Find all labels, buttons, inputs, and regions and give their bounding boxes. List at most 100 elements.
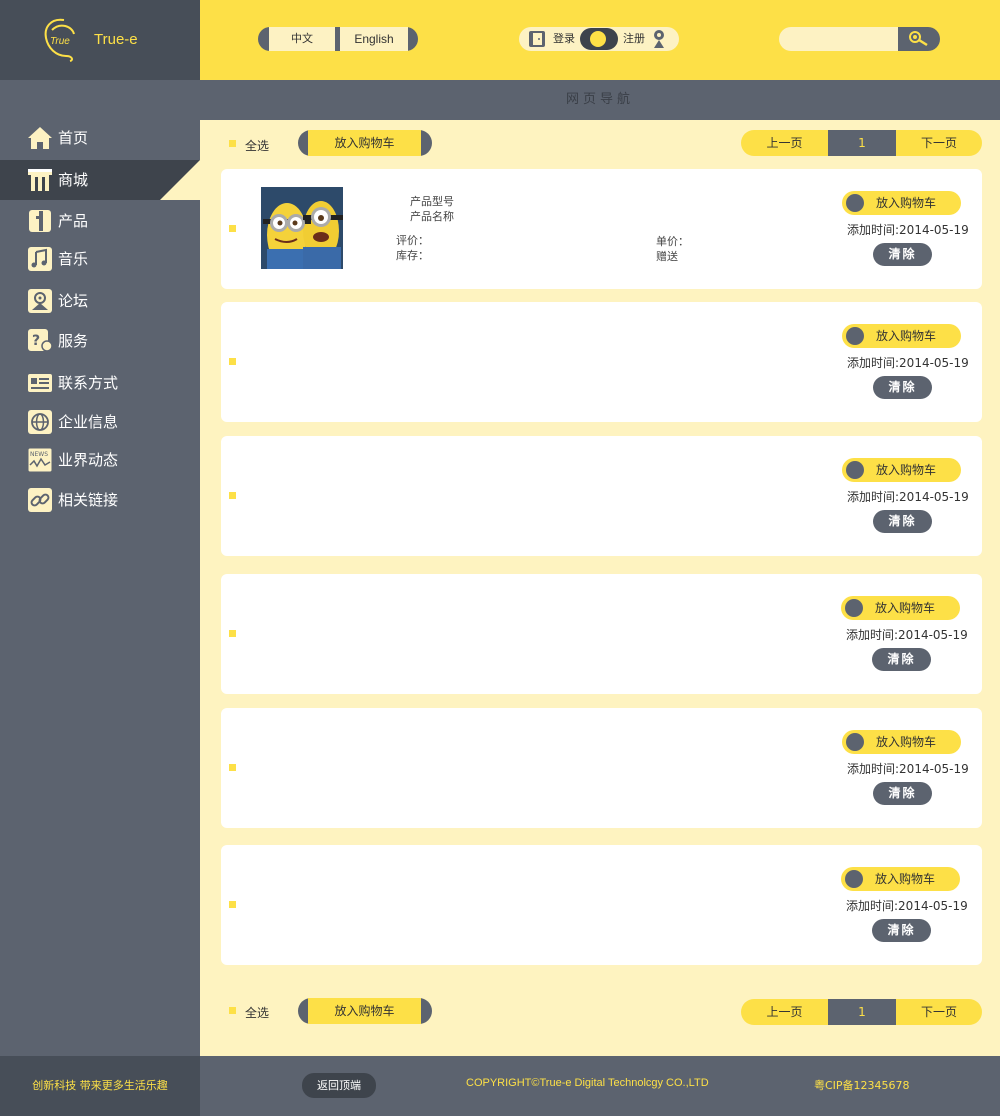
music-icon [28, 247, 52, 271]
sidebar-item-product[interactable]: 产品 [0, 201, 200, 241]
active-indicator [160, 160, 200, 200]
select-all-checkbox-bottom[interactable] [229, 1007, 236, 1014]
pager: 上一页 1 下一页 [741, 130, 982, 156]
cart-item-card: 产品型号 产品名称 评价： 库存： 单价： 赠送 放入购物车 添加时间:2014… [221, 169, 982, 289]
logo-area[interactable]: True True-e [0, 0, 200, 80]
item-checkbox[interactable] [229, 630, 236, 637]
item-checkbox[interactable] [229, 764, 236, 771]
add-to-cart-label: 放入购物车 [876, 329, 937, 343]
added-time: 添加时间:2014-05-19 [846, 628, 968, 642]
search-button[interactable] [898, 27, 940, 51]
cart-toggle-icon [846, 733, 864, 751]
sidebar-item-label: 企业信息 [58, 413, 119, 431]
current-page[interactable]: 1 [828, 999, 896, 1025]
add-all-to-cart-button[interactable]: 放入购物车 [298, 130, 432, 156]
sidebar-item-label: 商城 [58, 171, 89, 189]
sidebar-item-label: 产品 [58, 212, 89, 230]
sidebar-item-contact[interactable]: 联系方式 [0, 363, 200, 403]
clear-button[interactable]: 清除 [872, 919, 931, 942]
add-to-cart-button[interactable]: 放入购物车 [841, 596, 960, 620]
gift-label: 赠送 [656, 250, 678, 263]
added-time: 添加时间:2014-05-19 [847, 356, 969, 370]
logo-icon: True [44, 18, 75, 62]
sidebar-item-links[interactable]: 相关链接 [0, 480, 200, 520]
sidebar: 首页 商城 产品 音乐 论坛 ? 服务 联系方式 企业信息 NEWS 业界动态 … [0, 80, 200, 1056]
home-icon [28, 127, 52, 149]
product-name-label[interactable]: 产品名称 [410, 208, 454, 224]
add-to-cart-button[interactable]: 放入购物车 [841, 867, 960, 891]
search-icon [909, 31, 928, 47]
prev-page-button[interactable]: 上一页 [741, 130, 828, 156]
lang-english-button[interactable]: English [340, 27, 408, 51]
sidebar-item-label: 服务 [58, 332, 89, 350]
add-to-cart-button[interactable]: 放入购物车 [842, 458, 961, 482]
next-page-button[interactable]: 下一页 [896, 130, 982, 156]
add-to-cart-button[interactable]: 放入购物车 [842, 191, 961, 215]
copyright-text: COPYRIGHT©True-e Digital Technolcgy CO.,… [466, 1077, 709, 1089]
clear-button[interactable]: 清除 [873, 243, 932, 266]
product-image[interactable] [261, 187, 343, 269]
sidebar-item-home[interactable]: 首页 [0, 118, 200, 158]
add-to-cart-label: 放入购物车 [876, 196, 937, 210]
select-all-label-bottom[interactable]: 全选 [245, 1004, 269, 1021]
item-checkbox[interactable] [229, 492, 236, 499]
item-checkbox[interactable] [229, 225, 236, 232]
rating-label: 评价： [396, 234, 429, 247]
cart-toggle-icon [845, 870, 863, 888]
sidebar-item-company[interactable]: 企业信息 [0, 402, 200, 442]
sidebar-item-label: 相关链接 [58, 491, 119, 509]
cart-toggle-icon [846, 327, 864, 345]
clear-button[interactable]: 清除 [873, 510, 932, 533]
add-to-cart-button[interactable]: 放入购物车 [842, 324, 961, 348]
cart-item-card: 放入购物车 添加时间:2014-05-19 清除 [221, 845, 982, 965]
next-page-button[interactable]: 下一页 [896, 999, 982, 1025]
price-label: 单价： [656, 235, 689, 248]
added-time: 添加时间:2014-05-19 [847, 762, 969, 776]
toggle-knob [590, 31, 606, 47]
sidebar-item-label: 首页 [58, 129, 89, 147]
page-navigation-title: 网页导航 [200, 80, 1000, 120]
svg-text:?: ? [32, 333, 40, 349]
back-to-top-button[interactable]: 返回顶端 [302, 1073, 376, 1098]
select-all-label[interactable]: 全选 [245, 137, 269, 154]
user-icon [654, 30, 664, 48]
sidebar-item-shop[interactable]: 商城 [0, 160, 200, 200]
clear-button[interactable]: 清除 [872, 648, 931, 671]
auth-switch: 登录 注册 [519, 27, 679, 51]
login-link[interactable]: 登录 [553, 27, 575, 51]
add-all-to-cart-label: 放入购物车 [308, 998, 421, 1024]
add-to-cart-button[interactable]: 放入购物车 [842, 730, 961, 754]
search-input[interactable] [779, 27, 900, 51]
item-checkbox[interactable] [229, 901, 236, 908]
news-icon: NEWS [27, 447, 53, 473]
sidebar-item-forum[interactable]: 论坛 [0, 281, 200, 321]
lang-chinese-button[interactable]: 中文 [269, 27, 335, 51]
add-all-to-cart-button-bottom[interactable]: 放入购物车 [298, 998, 432, 1024]
sidebar-item-music[interactable]: 音乐 [0, 239, 200, 279]
svg-text:NEWS: NEWS [30, 451, 48, 458]
product-model-label: 产品型号 [410, 195, 454, 208]
add-to-cart-label: 放入购物车 [875, 601, 936, 615]
select-all-checkbox[interactable] [229, 140, 236, 147]
cart-item-card: 放入购物车 添加时间:2014-05-19 清除 [221, 436, 982, 556]
forum-icon [28, 289, 52, 313]
register-link[interactable]: 注册 [623, 27, 645, 51]
cart-toggle-icon [845, 599, 863, 617]
item-checkbox[interactable] [229, 358, 236, 365]
clear-button[interactable]: 清除 [873, 376, 932, 399]
clear-button[interactable]: 清除 [873, 782, 932, 805]
sidebar-item-label: 联系方式 [58, 374, 119, 392]
sidebar-item-news[interactable]: NEWS 业界动态 [0, 440, 200, 480]
cart-toggle-icon [846, 194, 864, 212]
service-icon: ? [28, 329, 53, 352]
footer-slogan: 创新科技 带来更多生活乐趣 [0, 1056, 200, 1116]
sidebar-item-service[interactable]: ? 服务 [0, 321, 200, 361]
sidebar-item-label: 音乐 [58, 250, 89, 268]
auth-toggle[interactable] [580, 28, 618, 50]
sidebar-item-label: 业界动态 [58, 451, 119, 469]
prev-page-button[interactable]: 上一页 [741, 999, 828, 1025]
pager-bottom: 上一页 1 下一页 [741, 999, 982, 1025]
minion-picture [261, 187, 343, 269]
cart-toggle-icon [846, 461, 864, 479]
current-page[interactable]: 1 [828, 130, 896, 156]
